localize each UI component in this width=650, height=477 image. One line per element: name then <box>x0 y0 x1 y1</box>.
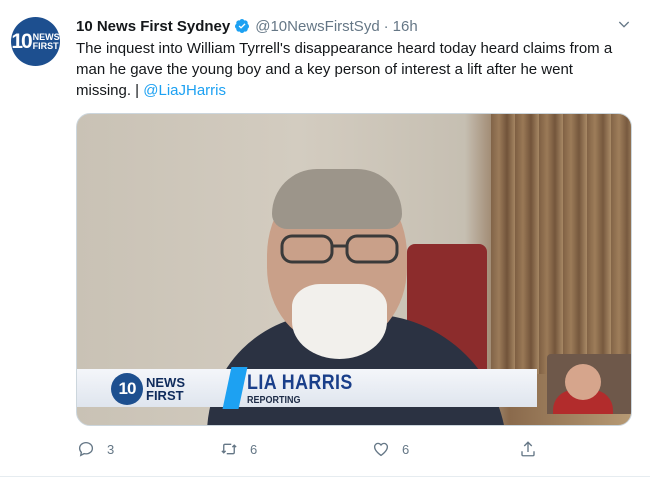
retweet-count: 6 <box>250 441 258 457</box>
video-player[interactable]: 10 NEWS FIRST LIA HARRIS REPORTING <box>76 113 632 426</box>
chevron-down-icon[interactable] <box>616 16 632 32</box>
video-curtain <box>491 114 631 374</box>
reporter-name: LIA HARRIS <box>247 371 353 394</box>
video-person-beard <box>292 284 387 359</box>
video-person-hair <box>272 169 402 229</box>
news-logo-number: 10 <box>111 372 143 405</box>
heart-icon <box>373 442 389 457</box>
news-logo-line2: FIRST <box>146 387 184 403</box>
avatar-logo-number: 10 <box>11 29 32 53</box>
author-name[interactable]: 10 News First Sydney <box>76 18 230 35</box>
reporter-role: REPORTING <box>247 395 301 406</box>
like-button[interactable]: 6 <box>372 440 409 458</box>
retweet-icon <box>221 443 237 455</box>
avatar-logo-line2: FIRST <box>32 40 59 51</box>
like-count: 6 <box>402 441 410 457</box>
author-handle[interactable]: @10NewsFirstSyd <box>255 18 379 35</box>
video-person-glasses <box>280 234 399 264</box>
header-separator: · <box>383 17 389 35</box>
picture-in-picture-photo <box>547 354 631 414</box>
reply-icon <box>78 441 94 457</box>
news-logo-words: NEWS FIRST <box>146 376 185 402</box>
tweet-header: 10 News First Sydney @10NewsFirstSyd · 1… <box>76 16 418 36</box>
news-logo: 10 NEWS FIRST <box>111 372 221 405</box>
tweet-actions: 3 6 6 <box>77 440 557 460</box>
reply-count: 3 <box>107 441 115 457</box>
share-icon <box>521 441 535 457</box>
tweet[interactable]: 10 NEWS FIRST 10 News First Sydney @10Ne… <box>0 0 650 477</box>
news-logo-line1: NEWS <box>146 374 185 390</box>
avatar-logo-words: NEWS FIRST <box>32 32 60 51</box>
pip-child-face <box>565 364 601 400</box>
reply-button[interactable]: 3 <box>77 440 114 458</box>
retweet-button[interactable]: 6 <box>220 440 257 458</box>
avatar[interactable]: 10 NEWS FIRST <box>11 17 60 66</box>
mention-link[interactable]: @LiaJHarris <box>143 82 226 99</box>
tweet-timestamp[interactable]: 16h <box>393 18 418 35</box>
tweet-text: The inquest into William Tyrrell's disap… <box>76 38 632 101</box>
share-button[interactable] <box>519 440 537 458</box>
verified-badge-icon <box>235 19 250 33</box>
